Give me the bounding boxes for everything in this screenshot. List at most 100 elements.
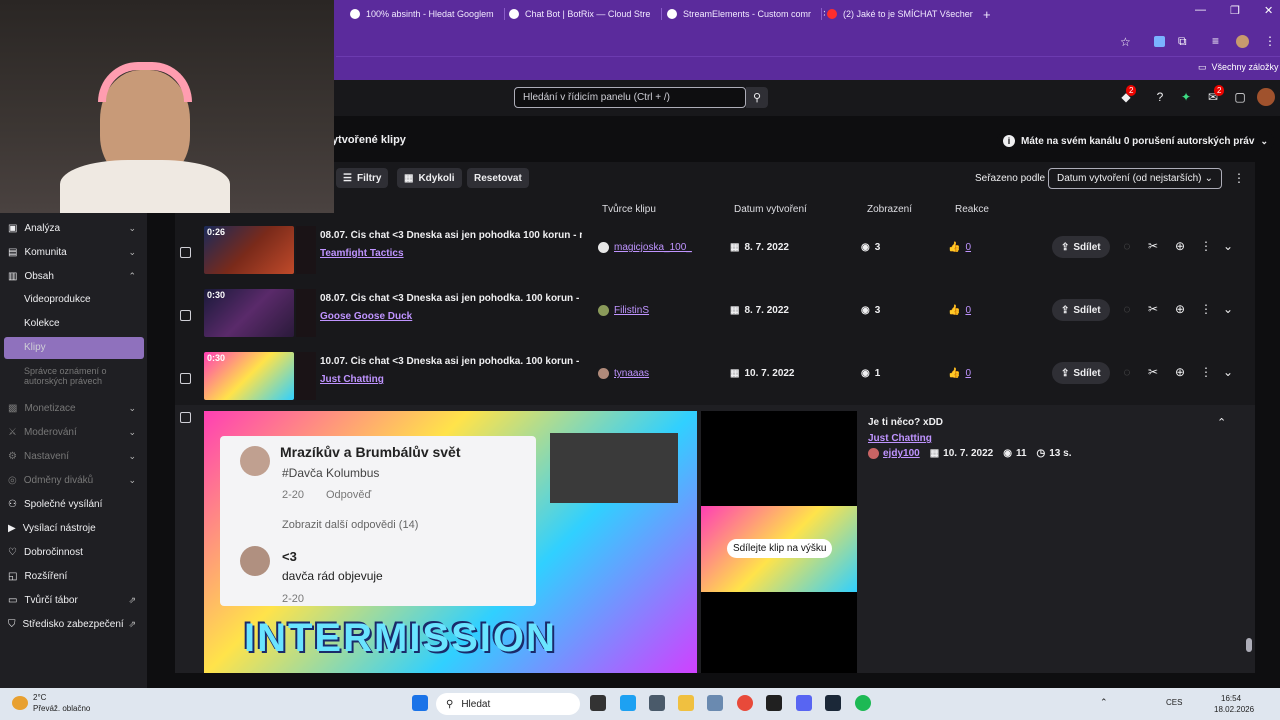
sidebar-item-charity[interactable]: ♡ Dobročinnost — [8, 542, 140, 562]
scissors-icon[interactable]: ✂ — [1146, 302, 1160, 316]
column-creator[interactable]: Tvůrce klipu — [602, 204, 656, 215]
sidebar-item-video-production[interactable]: Videoprodukce — [24, 294, 91, 305]
close-icon[interactable]: × — [823, 8, 825, 20]
spotify-icon[interactable] — [855, 695, 871, 711]
clip-creator-link[interactable]: tynaaas — [598, 368, 649, 379]
expanded-clip-game-link[interactable]: Just Chatting — [868, 433, 932, 444]
clip-creator-link[interactable]: FilistinS — [598, 305, 649, 316]
start-icon[interactable] — [412, 695, 428, 711]
mail-icon[interactable] — [707, 695, 723, 711]
search-button[interactable]: ⚲ — [746, 87, 768, 108]
clip-reactions[interactable]: 👍 0 — [948, 305, 971, 316]
tray-chevron-icon[interactable]: ⌃ — [1100, 697, 1108, 708]
clock-time[interactable]: 16:54 — [1221, 694, 1241, 703]
taskbar-search[interactable]: ⚲ Hledat — [436, 693, 580, 715]
help-icon[interactable]: ? — [1151, 88, 1169, 106]
store-icon[interactable] — [649, 695, 665, 711]
extension-icon[interactable] — [1154, 36, 1165, 47]
scissors-icon[interactable]: ✂ — [1146, 239, 1160, 253]
task-view-icon[interactable] — [590, 695, 606, 711]
kebab-icon[interactable]: ⋮ — [1264, 34, 1276, 48]
table-row[interactable]: 0:30 08.07. Čis chat <3 Dneska asi jen p… — [175, 285, 1255, 347]
loading-icon[interactable]: ◌ — [1120, 239, 1134, 253]
chrome-icon[interactable] — [737, 695, 753, 711]
more-options-icon[interactable]: ⋮ — [1233, 171, 1245, 185]
explorer-icon[interactable] — [678, 695, 694, 711]
clip-creator-link[interactable]: magicjoska_100_ — [598, 242, 692, 253]
add-circle-icon[interactable]: ⊕ — [1173, 239, 1187, 253]
browser-tab[interactable]: 100% absinth - Hledat Googlem× — [350, 3, 500, 25]
star-icon[interactable]: ☆ — [1120, 35, 1131, 49]
clip-game-link[interactable]: Teamfight Tactics — [320, 248, 404, 259]
chevron-down-icon[interactable]: ⌄ — [1221, 365, 1235, 379]
maximize-icon[interactable]: ❐ — [1230, 4, 1240, 17]
sparkle-icon[interactable]: ✦ — [1177, 88, 1195, 106]
kebab-icon[interactable]: ⋮ — [1199, 302, 1213, 316]
column-reactions[interactable]: Reakce — [955, 204, 989, 215]
sidebar-item-analytics[interactable]: ▣ Analýza ⌄ — [8, 218, 140, 238]
clip-game-link[interactable]: Goose Goose Duck — [320, 311, 412, 322]
dashboard-search-input[interactable]: Hledání v řídicím panelu (Ctrl + /) — [514, 87, 746, 108]
clip-thumbnail[interactable]: 0:30 — [204, 352, 294, 400]
clip-game-link[interactable]: Just Chatting — [320, 374, 384, 385]
clip-reactions[interactable]: 👍 0 — [948, 242, 971, 253]
scrollbar[interactable] — [1246, 228, 1252, 668]
row-checkbox[interactable] — [180, 412, 191, 423]
anytime-button[interactable]: ▦ Kdykoli — [397, 168, 462, 188]
chat-icon[interactable]: ▢ — [1231, 88, 1249, 106]
browser-tab[interactable]: Chat Bot | BotRix — Cloud Stre× — [509, 3, 657, 25]
row-checkbox[interactable] — [180, 310, 191, 321]
sidebar-item-viewer-rewards[interactable]: ◎ Odměny diváků ⌄ — [8, 470, 140, 490]
clip-thumbnail[interactable]: 0:26 — [204, 226, 294, 274]
address-bar[interactable]: ☆ ⧉ ≡ ⋮ — [336, 28, 1280, 56]
clip-thumbnail[interactable]: 0:30 — [204, 289, 294, 337]
all-bookmarks[interactable]: ▭ Všechny záložky — [1198, 62, 1279, 73]
discord-icon[interactable] — [796, 695, 812, 711]
sidebar-item-creator-camp[interactable]: ▭ Tvůrčí tábor ⇗ — [8, 590, 140, 610]
chevron-up-icon[interactable]: ⌃ — [1217, 416, 1226, 429]
loading-icon[interactable]: ◌ — [1120, 302, 1134, 316]
kebab-icon[interactable]: ⋮ — [1199, 239, 1213, 253]
new-tab-button[interactable]: + — [983, 3, 997, 25]
row-checkbox[interactable] — [180, 247, 191, 258]
add-circle-icon[interactable]: ⊕ — [1173, 365, 1187, 379]
row-checkbox[interactable] — [180, 373, 191, 384]
column-date[interactable]: Datum vytvoření — [734, 204, 807, 215]
clip-preview-player[interactable]: Mrazíkův a Brumbálův svět #Davča Kolumbu… — [204, 411, 697, 673]
sidebar-item-copyright-mgmt[interactable]: Správce oznámení o autorských právech — [24, 366, 134, 386]
sidebar-item-settings[interactable]: ⚙ Nastavení ⌄ — [8, 446, 140, 466]
vertical-preview[interactable]: Sdílejte klip na výšku — [701, 411, 857, 673]
app-icon[interactable] — [766, 695, 782, 711]
clock-date[interactable]: 18.02.2026 — [1214, 705, 1254, 714]
column-views[interactable]: Zobrazení — [867, 204, 912, 215]
expanded-creator-link[interactable]: ejdy100 — [868, 448, 920, 459]
profile-avatar[interactable] — [1236, 35, 1249, 48]
sidebar-item-moderation[interactable]: ⚔ Moderování ⌄ — [8, 422, 140, 442]
filters-button[interactable]: ☰ Filtry — [336, 168, 389, 188]
clip-reactions[interactable]: 👍 0 — [948, 368, 971, 379]
steam-icon[interactable] — [825, 695, 841, 711]
sort-dropdown[interactable]: Datum vytvoření (od nejstarších) ⌄ — [1048, 168, 1222, 189]
browser-tab[interactable]: (2) Jaké to je SMÍCHAT Všecheré× — [827, 3, 973, 25]
puzzle-icon[interactable]: ⧉ — [1178, 34, 1187, 49]
sidebar-item-community[interactable]: ▤ Komunita ⌄ — [8, 242, 140, 262]
scissors-icon[interactable]: ✂ — [1146, 365, 1160, 379]
reset-button[interactable]: Resetovat — [467, 168, 529, 188]
sidebar-item-collections[interactable]: Kolekce — [24, 318, 60, 329]
language-indicator[interactable]: CES — [1166, 698, 1182, 707]
close-window-icon[interactable]: ✕ — [1264, 4, 1273, 17]
user-avatar[interactable] — [1257, 88, 1275, 106]
sidebar-item-monetization[interactable]: ▩ Monetizace ⌄ — [8, 398, 140, 418]
share-button[interactable]: ⇪ Sdílet — [1052, 362, 1110, 384]
scrollbar-thumb[interactable] — [1246, 638, 1252, 652]
sidebar-item-broadcast-tools[interactable]: ▶ Vysílací nástroje — [8, 518, 140, 538]
share-button[interactable]: ⇪ Sdílet — [1052, 299, 1110, 321]
chevron-down-icon[interactable]: ⌄ — [1221, 239, 1235, 253]
sidebar-item-content[interactable]: ▥ Obsah ⌃ — [8, 266, 140, 286]
sidebar-item-shared-streams[interactable]: ⚇ Společné vysílání — [8, 494, 140, 514]
loading-icon[interactable]: ◌ — [1120, 365, 1134, 379]
table-row[interactable]: 0:30 10.07. Čis chat <3 Dneska asi jen p… — [175, 348, 1255, 410]
sidebar-item-clips[interactable]: Klipy — [24, 342, 46, 353]
copyright-notice[interactable]: i Máte na svém kanálu 0 porušení autorsk… — [997, 130, 1274, 152]
edge-icon[interactable] — [620, 695, 636, 711]
